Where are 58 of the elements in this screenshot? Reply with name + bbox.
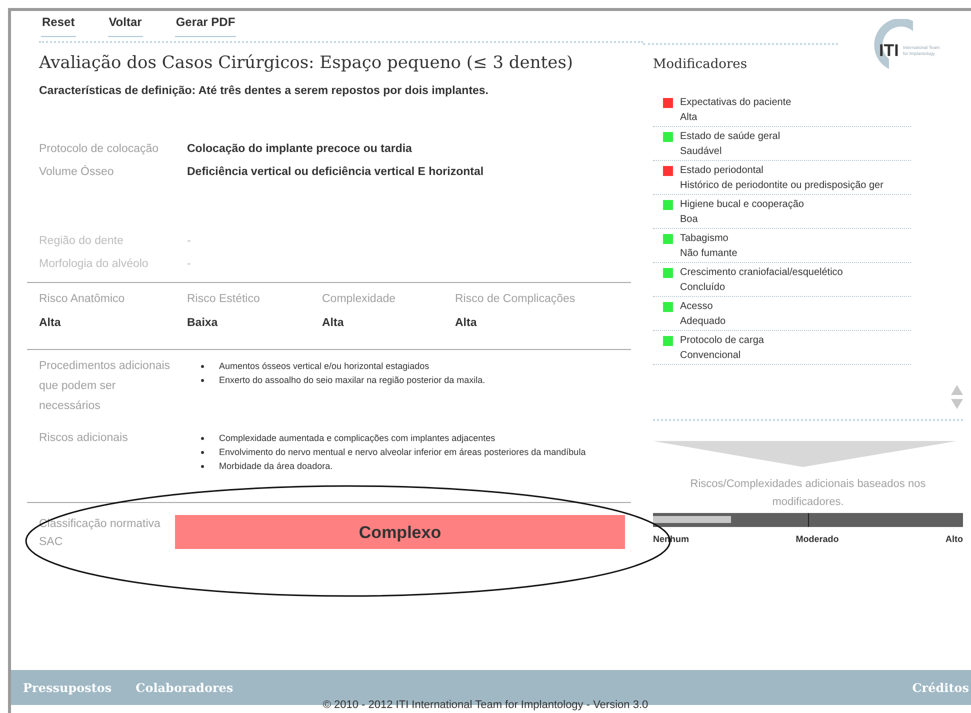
risk-value: Alta <box>39 316 62 330</box>
risk-label: Complexidade <box>322 292 397 308</box>
modifier-value: Saudável <box>680 145 723 159</box>
risk-label: Risco de Complicações <box>455 292 576 308</box>
risk-value: Baixa <box>187 316 219 330</box>
bullet-icon <box>201 379 204 382</box>
list-item: Envolvimento do nervo mentual e nervo alveolar inferior em áreas posteriores da mandíbula <box>219 446 586 460</box>
modifier-value: Adequado <box>680 315 727 329</box>
modifier-name: Crescimento craniofacial/esquelético <box>680 266 843 280</box>
scale-label: Alto <box>945 533 963 546</box>
field-value: - <box>187 234 191 250</box>
modifier-value: Não fumante <box>680 247 738 261</box>
copyright-text: © 2010 - 2012 ITI International Team for Implantology - Version 3.0 <box>322 698 650 713</box>
field-value: - <box>187 257 191 272</box>
field-label: Região do dente <box>39 234 124 250</box>
detail-label: Riscos adicionais <box>39 431 129 446</box>
modifier-name: Protocolo de carga <box>680 334 764 348</box>
field-value: Colocação do implante precoce ou tardia <box>187 142 412 158</box>
bullet-icon <box>201 437 204 440</box>
classification-value: Complexo <box>358 522 442 544</box>
detail-label: Procedimentos adicionais que podem ser necessários <box>39 359 172 414</box>
modifier-value: Boa <box>680 213 699 227</box>
modifier-value: Concluído <box>680 281 726 295</box>
list-item: Enxerto do assoalho do seio maxilar na região posterior da maxila. <box>219 374 486 388</box>
field-value: Deficiência vertical ou deficiência vertical E horizontal <box>187 165 484 180</box>
modifier-name: Tabagismo <box>680 232 728 246</box>
list-item: Complexidade aumentada e complicações com implantes adjacentes <box>219 432 496 446</box>
modifier-value: Alta <box>680 111 698 125</box>
field-label: Morfologia do alvéolo <box>39 257 150 272</box>
risk-value: Alta <box>322 316 345 330</box>
modifier-value: Convencional <box>680 349 742 363</box>
risk-label: Risco Estético <box>187 292 261 308</box>
classification-label: Classificação normativa SAC <box>39 517 162 550</box>
nav-link[interactable]: Reset <box>41 14 76 37</box>
bullet-icon <box>201 465 204 468</box>
nav-link[interactable]: Voltar <box>108 14 143 37</box>
modifiers-title: Modificadores <box>653 56 748 74</box>
scroll-arrows-icon <box>951 385 963 411</box>
modifier-value: Histórico de periodontite ou predisposição ger <box>680 179 884 193</box>
risk-value: Alta <box>455 316 478 330</box>
modifier-name: Acesso <box>680 300 713 314</box>
risk-label: Risco Anatômico <box>39 292 126 308</box>
page-title: Avaliação dos Casos Cirúrgicos: Espaço pequeno (≤ 3 dentes) <box>39 52 574 75</box>
modifiers-caption: Riscos/Complexidades adicionais baseados nos modificadores. <box>689 477 927 510</box>
list-item: Morbidade da área doadora. <box>219 460 333 474</box>
logo-mark: ITI <box>879 42 899 58</box>
field-label: Protocolo de colocação <box>39 142 160 158</box>
field-label: Volume Ósseo <box>39 164 115 180</box>
bullet-icon <box>201 451 204 454</box>
bullet-icon <box>201 365 204 368</box>
modifier-name: Expectativas do paciente <box>680 96 792 110</box>
scale-label: Moderado <box>796 533 839 546</box>
modifier-name: Higiene bucal e cooperação <box>680 198 804 212</box>
list-item: Aumentos ósseos vertical e/ou horizontal estagiados <box>219 360 430 374</box>
nav-link[interactable]: Gerar PDF <box>174 14 236 37</box>
modifier-name: Estado periodontal <box>680 164 764 178</box>
definition-text: Características de definição: Até três dentes a serem repostos por dois implantes. <box>39 84 490 99</box>
modifier-name: Estado de saúde geral <box>680 130 780 144</box>
